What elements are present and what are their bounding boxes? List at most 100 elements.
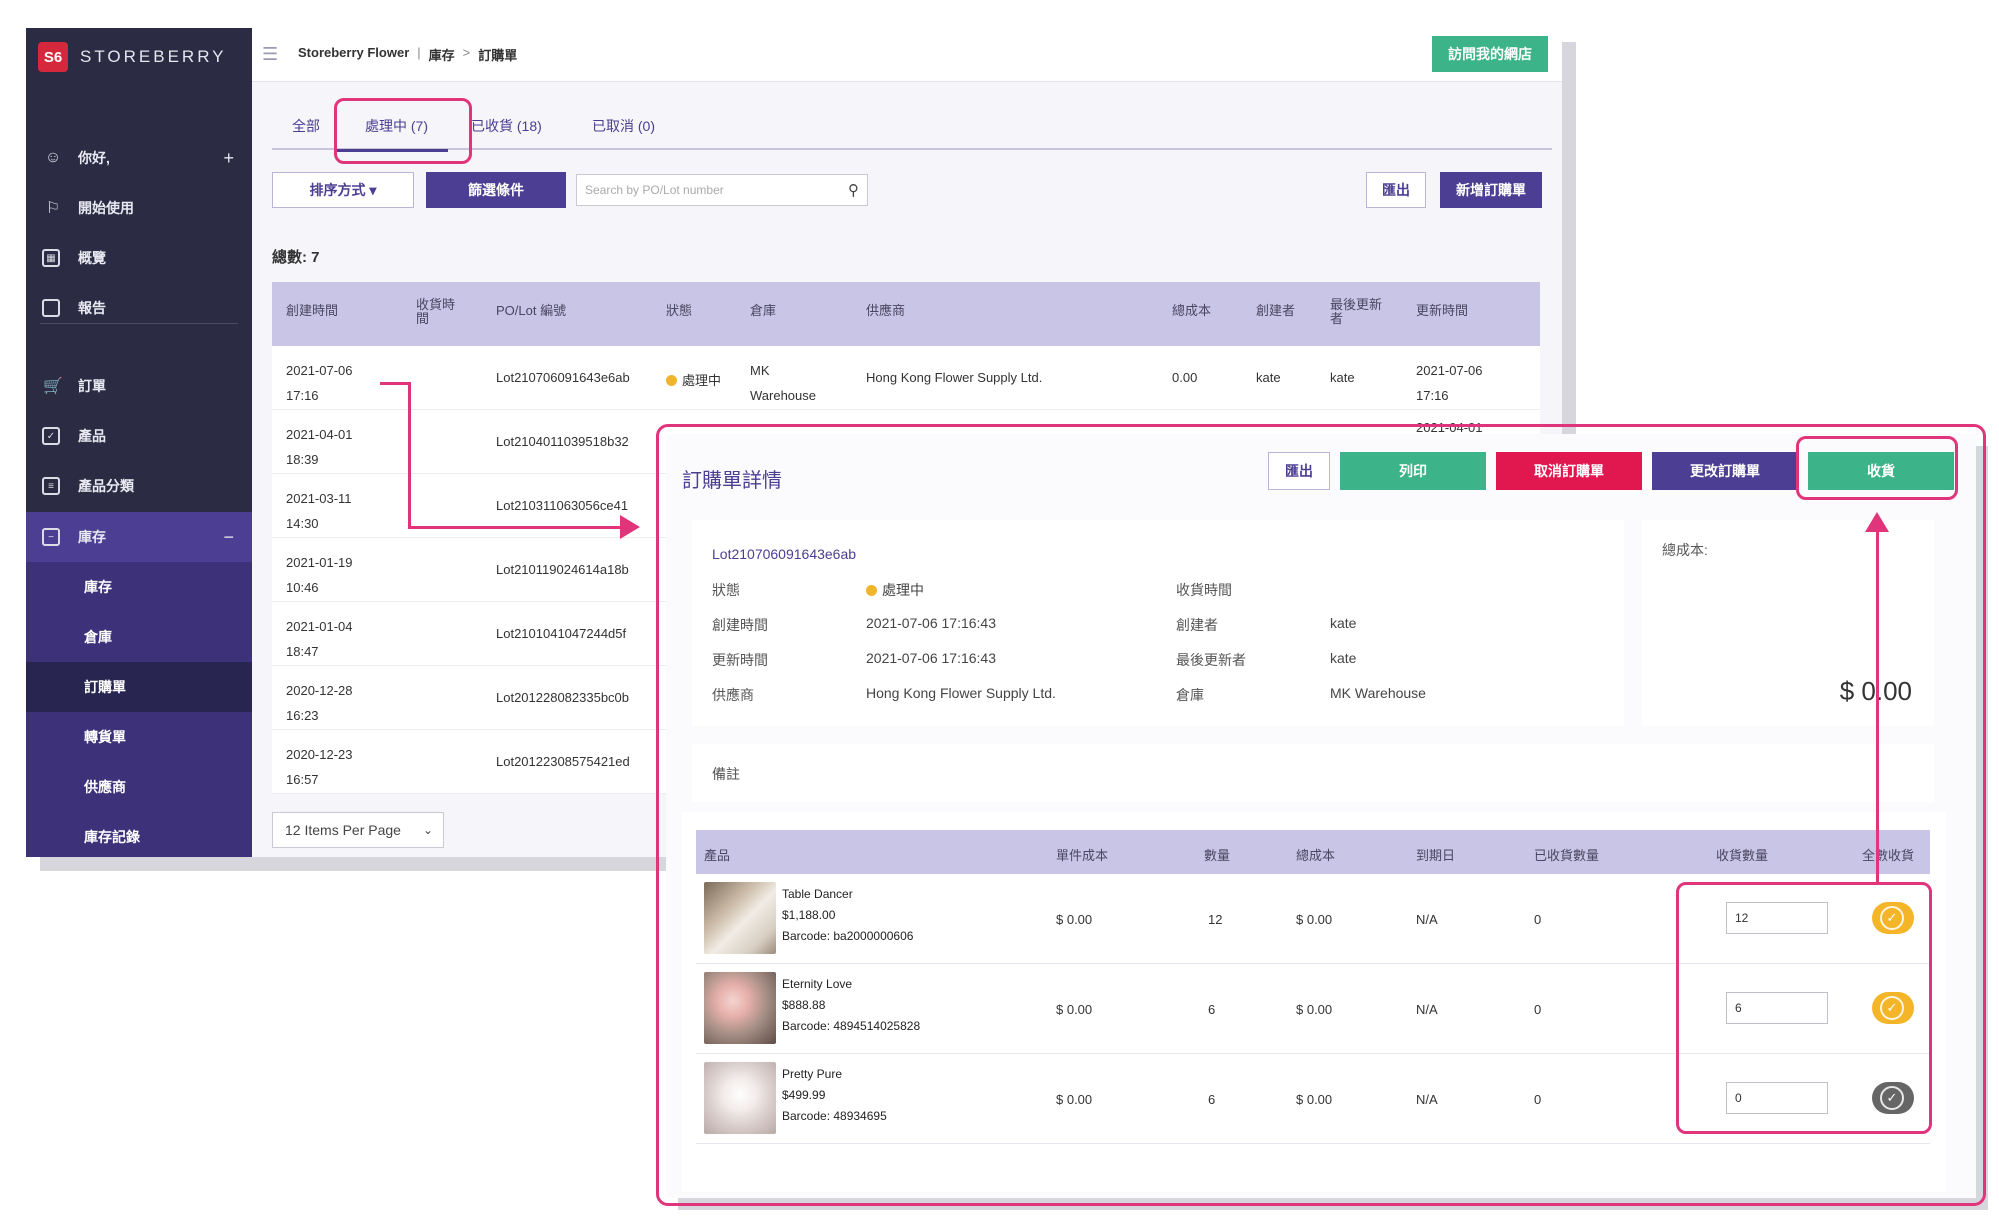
collapse-icon[interactable]: −: [223, 527, 234, 548]
file-icon: [42, 299, 60, 317]
row-lot[interactable]: Lot20122308575421ed: [496, 754, 630, 769]
product-row: Table Dancer $1,188.00 Barcode: ba200000…: [696, 874, 1930, 964]
sidebar-item-products[interactable]: ✓ 產品: [26, 412, 252, 460]
receive-qty-input[interactable]: [1726, 992, 1828, 1024]
quantity: 6: [1208, 1092, 1216, 1107]
per-page-select[interactable]: 12 Items Per Page ⌄: [272, 812, 444, 848]
receive-all-toggle[interactable]: ✓: [1872, 1082, 1914, 1114]
receive-qty-input[interactable]: [1726, 902, 1828, 934]
row-lot[interactable]: Lot210311063056ce41: [496, 498, 628, 513]
row-created: 2021-07-06 17:16: [286, 363, 353, 403]
sidebar-item-greeting[interactable]: ☺ 你好, +: [26, 134, 252, 182]
breadcrumb-current: 訂購單: [478, 48, 518, 63]
col-total-cost[interactable]: 總成本: [1172, 304, 1211, 318]
sidebar-subitem-suppliers[interactable]: 供應商: [26, 762, 252, 812]
received-time-label: 收貨時間: [1176, 582, 1232, 598]
tab-all[interactable]: 全部: [292, 116, 320, 136]
col-status[interactable]: 狀態: [666, 304, 692, 318]
receive-all-toggle[interactable]: ✓: [1872, 992, 1914, 1024]
arrow-segment: [408, 526, 624, 529]
new-po-button[interactable]: 新增訂購單: [1440, 172, 1542, 208]
list-icon: ≡: [42, 477, 60, 495]
sidebar-item-orders[interactable]: 🛒 訂單: [26, 362, 252, 410]
export-button[interactable]: 匯出: [1366, 172, 1426, 208]
sidebar-subitem-stock[interactable]: 庫存: [26, 562, 252, 612]
product-thumbnail: [704, 972, 776, 1044]
sidebar-item-label: 訂單: [78, 378, 106, 394]
col-creator[interactable]: 創建者: [1256, 304, 1295, 318]
warehouse-label: 倉庫: [1176, 687, 1204, 703]
creator-label: 創建者: [1176, 617, 1218, 633]
sidebar-item-get-started[interactable]: ⚐ 開始使用: [26, 184, 252, 232]
supplier-value: Hong Kong Flower Supply Ltd.: [866, 685, 1056, 701]
receive-button[interactable]: 收貨: [1808, 452, 1954, 490]
breadcrumb: Storeberry Flower | 庫存 > 訂購單: [298, 45, 517, 64]
sidebar-item-label: 產品分類: [78, 478, 134, 494]
col-warehouse[interactable]: 倉庫: [750, 304, 776, 318]
row-lot[interactable]: Lot210706091643e6ab: [496, 370, 630, 385]
visit-store-button[interactable]: 訪問我的網店: [1432, 36, 1548, 72]
products-section: 產品 單件成本 數量 總成本 到期日 已收貨數量 收貨數量 全數收貨 Table…: [682, 812, 1946, 1192]
print-button[interactable]: 列印: [1340, 452, 1486, 490]
col-updater[interactable]: 最後更新者: [1330, 298, 1386, 326]
edit-po-button[interactable]: 更改訂購單: [1652, 452, 1798, 490]
breadcrumb-inventory[interactable]: 庫存: [429, 45, 455, 64]
col-created[interactable]: 創建時間: [286, 304, 338, 318]
plus-icon[interactable]: +: [223, 148, 234, 169]
tab-cancelled[interactable]: 已取消 (0): [592, 116, 655, 136]
creator-value: kate: [1330, 615, 1357, 631]
po-detail-panel: 訂購單詳情 匯出 列印 取消訂購單 更改訂購單 收貨 Lot2107060916…: [666, 434, 1976, 1198]
unit-cost: $ 0.00: [1056, 1092, 1093, 1107]
status-value: 處理中: [866, 580, 924, 600]
menu-toggle-icon[interactable]: ☰: [262, 44, 282, 65]
detail-export-button[interactable]: 匯出: [1268, 452, 1330, 490]
breadcrumb-store[interactable]: Storeberry Flower: [298, 45, 409, 64]
sort-button[interactable]: 排序方式 ▾: [272, 172, 414, 208]
col-receive-qty: 收貨數量: [1716, 848, 1769, 863]
sidebar-subitem-transfers[interactable]: 轉貨單: [26, 712, 252, 762]
receive-qty-input[interactable]: [1726, 1082, 1828, 1114]
col-lot[interactable]: PO/Lot 編號: [496, 304, 566, 318]
sidebar-item-reports[interactable]: 報告: [26, 284, 252, 332]
sidebar-subitem-stock-log[interactable]: 庫存記錄: [26, 812, 252, 857]
search-input[interactable]: [585, 183, 848, 197]
sidebar-subitem-purchase-orders[interactable]: 訂購單: [26, 662, 252, 712]
sidebar-item-categories[interactable]: ≡ 產品分類: [26, 462, 252, 510]
sidebar-item-label: 產品: [78, 428, 106, 444]
total-cost-card: 總成本: $ 0.00: [1642, 520, 1934, 726]
receive-all-toggle[interactable]: ✓: [1872, 902, 1914, 934]
search-icon[interactable]: ⚲: [848, 181, 859, 199]
row-lot[interactable]: Lot210119024614a18b: [496, 562, 629, 577]
po-lot-number[interactable]: Lot210706091643e6ab: [712, 546, 856, 562]
cancel-po-button[interactable]: 取消訂購單: [1496, 452, 1642, 490]
tab-processing[interactable]: 處理中 (7): [335, 116, 448, 152]
arrow-segment: [380, 382, 410, 385]
tab-received[interactable]: 已收貨 (18): [471, 116, 542, 136]
updated-value: 2021-07-06 17:16:43: [866, 650, 996, 666]
quantity: 12: [1208, 912, 1223, 927]
col-received[interactable]: 收貨時間: [416, 298, 460, 326]
sidebar-subitem-warehouse[interactable]: 倉庫: [26, 612, 252, 662]
brand[interactable]: S6 STOREBERRY: [38, 42, 227, 72]
row-lot[interactable]: Lot2101041047244d5f: [496, 626, 626, 641]
products-table-header: 產品 單件成本 數量 總成本 到期日 已收貨數量 收貨數量 全數收貨: [696, 830, 1930, 874]
sidebar-item-inventory[interactable]: − 庫存 −: [26, 512, 252, 562]
table-row[interactable]: 2021-07-06 17:16 Lot210706091643e6ab 處理中…: [272, 346, 1540, 410]
check-circle-icon: ✓: [1880, 906, 1904, 930]
product-price: $499.99: [782, 1088, 826, 1102]
filter-button[interactable]: 篩選條件: [426, 172, 566, 208]
row-lot[interactable]: Lot201228082335bc0b: [496, 690, 629, 705]
row-warehouse: MK Warehouse: [750, 363, 816, 403]
status-dot-icon: [866, 585, 877, 596]
product-price: $888.88: [782, 998, 826, 1012]
row-lot[interactable]: Lot2104011039518b32: [496, 434, 629, 449]
col-quantity: 數量: [1204, 848, 1231, 863]
product-row: Eternity Love $888.88 Barcode: 489451402…: [696, 964, 1930, 1054]
row-updated: 2021-07-06 17:16: [1416, 363, 1483, 403]
col-updated[interactable]: 更新時間: [1416, 304, 1468, 318]
topbar: ☰ Storeberry Flower | 庫存 > 訂購單 訪問我的網店: [252, 28, 1562, 82]
sidebar-item-overview[interactable]: ▦ 概覽: [26, 234, 252, 282]
inventory-icon: −: [42, 528, 60, 546]
col-supplier[interactable]: 供應商: [866, 304, 905, 318]
product-price: $1,188.00: [782, 908, 836, 922]
